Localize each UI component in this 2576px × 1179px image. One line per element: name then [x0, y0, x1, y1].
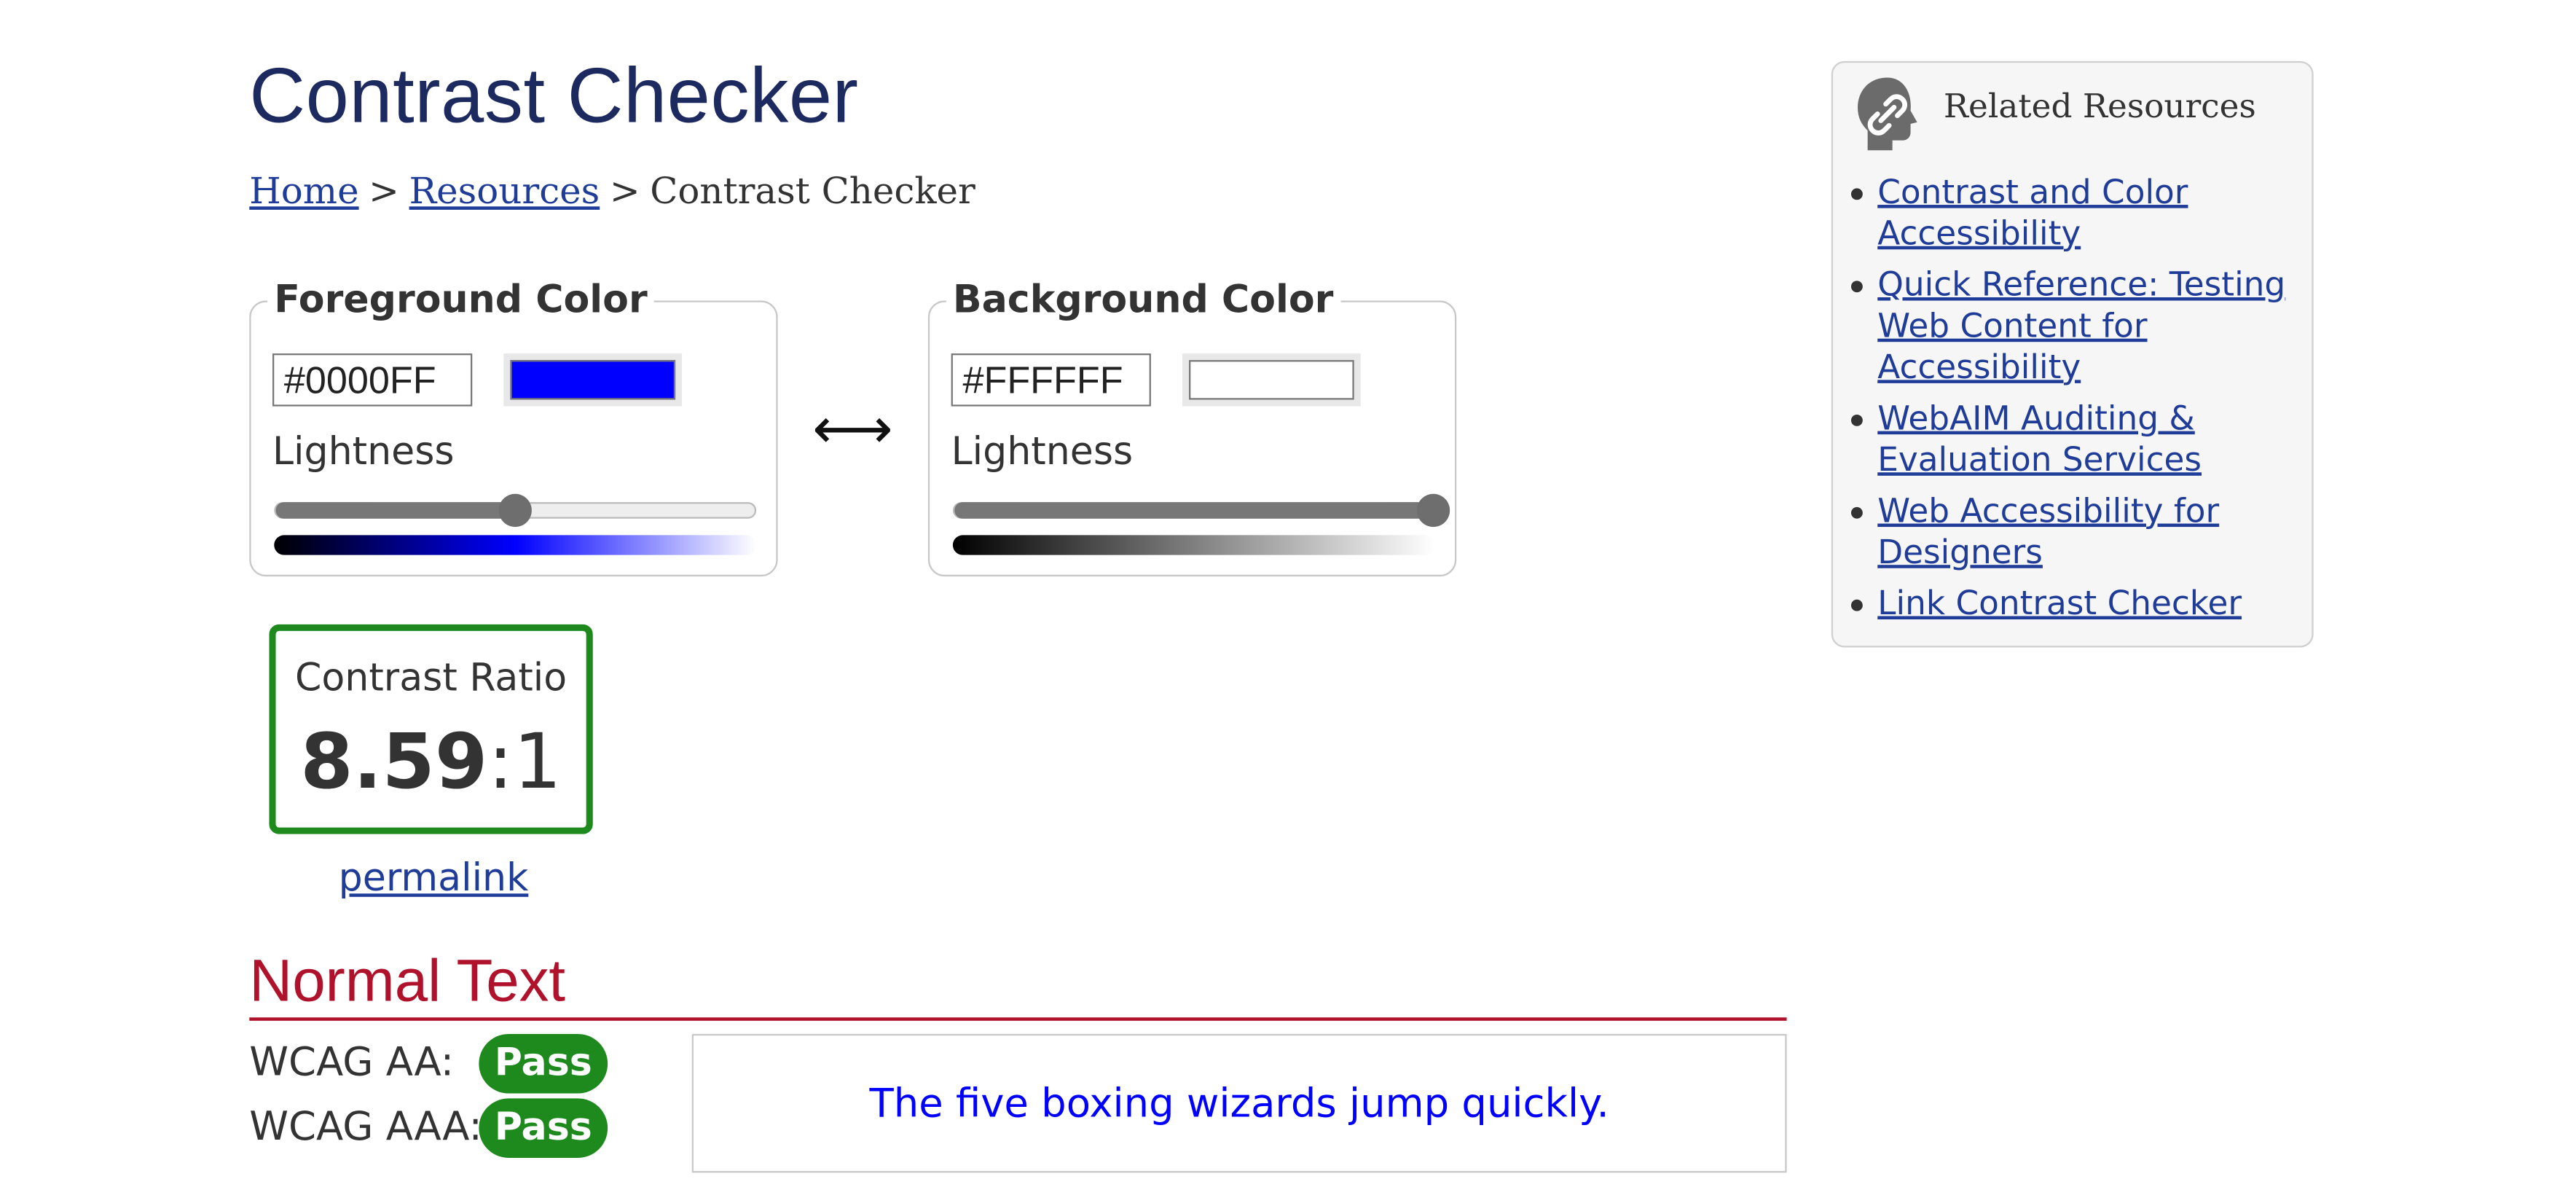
foreground-lightness-label: Lightness: [272, 431, 455, 474]
background-color-legend: Background Color: [946, 279, 1340, 323]
list-item: Quick Reference: Testing Web Content for…: [1850, 265, 2290, 388]
normal-text-sample-text: The five boxing wizards jump quickly.: [869, 1080, 1609, 1127]
foreground-hex-input[interactable]: #0000FF: [272, 353, 473, 407]
related-link-auditing[interactable]: WebAIM Auditing & Evaluation Services: [1877, 398, 2202, 479]
related-resources-list: Contrast and Color Accessibility Quick R…: [1833, 172, 2290, 635]
foreground-color-panel: Foreground Color #0000FF Lightness: [249, 279, 778, 577]
foreground-color-picker[interactable]: [503, 353, 683, 407]
background-color-panel: Background Color #FFFFFF Lightness: [927, 279, 1457, 577]
background-slider-fill: [954, 502, 1434, 519]
background-hex-input[interactable]: #FFFFFF: [951, 353, 1151, 407]
normal-text-divider: [249, 1017, 1787, 1021]
swap-arrows-icon[interactable]: ⟷: [812, 396, 893, 463]
contrast-ratio-label: Contrast Ratio: [294, 657, 568, 701]
related-link-contrast-color[interactable]: Contrast and Color Accessibility: [1877, 172, 2188, 253]
breadcrumb-separator: >: [609, 171, 640, 214]
contrast-ratio-suffix: :1: [487, 716, 562, 807]
foreground-swatch: [510, 360, 676, 400]
page-title: Contrast Checker: [249, 51, 859, 139]
contrast-ratio-box: Contrast Ratio 8.59:1: [269, 624, 593, 834]
related-link-quick-reference[interactable]: Quick Reference: Testing Web Content for…: [1877, 265, 2285, 387]
breadcrumb: Home > Resources > Contrast Checker: [249, 172, 975, 214]
list-item: Web Accessibility for Designers: [1850, 490, 2290, 573]
background-lightness-slider[interactable]: [952, 493, 1450, 528]
page-root: Contrast Checker Home > Resources > Contrast…: [0, 0, 2576, 1179]
foreground-slider-thumb[interactable]: [498, 493, 532, 528]
normal-text-heading: Normal Text: [249, 946, 566, 1014]
related-link-designers[interactable]: Web Accessibility for Designers: [1877, 490, 2219, 571]
list-item: Link Contrast Checker: [1850, 583, 2290, 624]
foreground-lightness-slider[interactable]: [274, 493, 757, 528]
contrast-ratio-number: 8.59: [300, 716, 488, 807]
wcag-aaa-pass-badge: Pass: [479, 1098, 608, 1158]
foreground-lightness-gradient: [274, 535, 757, 555]
contrast-ratio-value: 8.59:1: [276, 717, 586, 806]
list-item: Contrast and Color Accessibility: [1850, 172, 2290, 254]
breadcrumb-home-link[interactable]: Home: [249, 172, 358, 214]
link-head-icon: [1858, 77, 1917, 151]
related-resources-panel: Related Resources Contrast and Color Acc…: [1831, 60, 2314, 648]
foreground-color-legend: Foreground Color: [267, 279, 654, 323]
list-item: WebAIM Auditing & Evaluation Services: [1850, 398, 2290, 480]
foreground-slider-fill: [275, 502, 516, 519]
background-color-picker[interactable]: [1182, 353, 1361, 407]
wcag-aa-label: WCAG AA:: [249, 1038, 455, 1086]
breadcrumb-resources-link[interactable]: Resources: [409, 172, 600, 214]
wcag-aaa-label: WCAG AAA:: [249, 1103, 482, 1150]
background-lightness-gradient: [952, 535, 1435, 555]
normal-text-sample: The five boxing wizards jump quickly.: [691, 1033, 1787, 1173]
wcag-aa-pass-badge: Pass: [479, 1033, 608, 1094]
related-link-link-contrast[interactable]: Link Contrast Checker: [1877, 583, 2242, 622]
background-swatch: [1189, 360, 1354, 400]
related-resources-title: Related Resources: [1943, 85, 2256, 126]
permalink-link[interactable]: permalink: [339, 857, 529, 900]
background-slider-thumb[interactable]: [1416, 493, 1450, 528]
breadcrumb-current: Contrast Checker: [650, 171, 975, 214]
breadcrumb-separator: >: [369, 171, 399, 214]
background-lightness-label: Lightness: [951, 431, 1134, 474]
